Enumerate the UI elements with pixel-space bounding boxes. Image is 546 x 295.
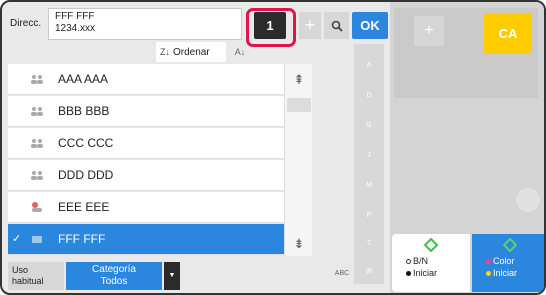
ca-button[interactable]: CA bbox=[484, 14, 532, 54]
category-value: Todos bbox=[100, 276, 128, 287]
black-dot-icon bbox=[406, 271, 411, 276]
list-item[interactable]: BBB BBB bbox=[8, 96, 284, 127]
start-icon bbox=[392, 237, 470, 254]
search-button[interactable] bbox=[324, 12, 349, 39]
ok-button[interactable]: OK bbox=[352, 12, 388, 39]
side-handle-icon[interactable] bbox=[516, 188, 540, 212]
frequent-use-label-2: habitual bbox=[12, 276, 44, 286]
list-item[interactable]: AAA AAA bbox=[8, 64, 284, 95]
contact-icon bbox=[22, 234, 52, 244]
bw-start-button[interactable]: B/N Iniciar bbox=[392, 234, 470, 292]
index-letter[interactable]: W bbox=[354, 268, 384, 275]
address-field[interactable]: FFF FFF 1234.xxx bbox=[48, 8, 242, 40]
contact-name: DDD DDD bbox=[58, 168, 114, 182]
abc-index-toggle[interactable]: ABC bbox=[326, 264, 358, 284]
address-label: Direcc. bbox=[10, 18, 42, 29]
color-start-button[interactable]: Color Iniciar bbox=[472, 234, 544, 292]
frequent-use-label: Uso bbox=[12, 265, 29, 275]
scroll-down-icon[interactable]: ⇟ bbox=[285, 230, 313, 258]
checkmark-icon: ✓ bbox=[12, 233, 22, 245]
contact-name: FFF FFF bbox=[58, 232, 106, 246]
category-button[interactable]: Categoría Todos bbox=[66, 262, 162, 290]
alphabet-index[interactable]: A D G J M P T W bbox=[354, 44, 384, 284]
list-item[interactable]: DDD DDD bbox=[8, 160, 284, 191]
add-destination-button[interactable]: + bbox=[299, 12, 321, 39]
color-label: Color bbox=[493, 256, 515, 266]
bw-label: B/N bbox=[413, 256, 429, 266]
count-highlight-frame bbox=[246, 8, 296, 47]
category-dropdown-icon[interactable]: ▼ bbox=[164, 262, 180, 290]
sort-button[interactable]: Z↓ Ordenar bbox=[156, 42, 226, 62]
list-item[interactable]: EEE EEE bbox=[8, 192, 284, 223]
index-letter[interactable]: P bbox=[354, 212, 384, 219]
right-panel: + CA B/N Iniciar Color Iniciar bbox=[390, 2, 544, 293]
contact-group-icon bbox=[22, 201, 52, 213]
yellow-dot-icon bbox=[486, 271, 491, 276]
bw-start-label: Iniciar bbox=[413, 268, 438, 278]
contact-name: BBB BBB bbox=[58, 104, 110, 118]
search-icon bbox=[331, 20, 343, 32]
color-start-label: Iniciar bbox=[493, 268, 518, 278]
scroll-up-icon[interactable]: ⇞ bbox=[285, 66, 313, 94]
group-icon bbox=[22, 74, 52, 84]
frequent-use-button[interactable]: Uso habitual bbox=[8, 262, 64, 290]
address-row: Direcc. FFF FFF 1234.xxx 1 + OK bbox=[8, 8, 388, 47]
sort-az-icon[interactable]: A↓ bbox=[230, 42, 250, 62]
add-icon[interactable]: + bbox=[414, 16, 444, 46]
index-letter[interactable]: A bbox=[354, 62, 384, 69]
contact-name: CCC CCC bbox=[58, 136, 114, 150]
index-letter[interactable]: J bbox=[354, 152, 384, 159]
group-icon bbox=[22, 170, 52, 180]
list-scrollbar[interactable]: ⇞ ⇟ bbox=[284, 64, 312, 256]
group-icon bbox=[22, 138, 52, 148]
contact-list: AAA AAA BBB BBB CCC CCC DDD DDD EEE EEE bbox=[8, 64, 284, 256]
right-panel-top: + CA bbox=[394, 8, 538, 98]
index-letter[interactable]: D bbox=[354, 92, 384, 99]
address-number: 1234.xxx bbox=[55, 23, 96, 34]
index-letter[interactable]: T bbox=[354, 240, 384, 247]
magenta-dot-icon bbox=[486, 259, 491, 264]
list-item[interactable]: CCC CCC bbox=[8, 128, 284, 159]
sort-label: Ordenar bbox=[173, 47, 210, 58]
bw-dot-icon bbox=[406, 259, 411, 264]
address-book-screen: Direcc. FFF FFF 1234.xxx 1 + OK Z↓ Ordena… bbox=[0, 0, 546, 295]
sort-za-icon: Z↓ bbox=[160, 47, 170, 57]
index-letter[interactable]: M bbox=[354, 182, 384, 189]
group-icon bbox=[22, 106, 52, 116]
scroll-thumb[interactable] bbox=[287, 98, 311, 112]
index-letter[interactable]: G bbox=[354, 122, 384, 129]
address-name: FFF FFF bbox=[55, 11, 95, 22]
contact-name: AAA AAA bbox=[58, 72, 109, 86]
category-label: Categoría bbox=[92, 264, 136, 275]
contact-name: EEE EEE bbox=[58, 200, 110, 214]
list-item-selected[interactable]: ✓ FFF FFF bbox=[8, 224, 284, 255]
start-icon bbox=[472, 237, 544, 254]
